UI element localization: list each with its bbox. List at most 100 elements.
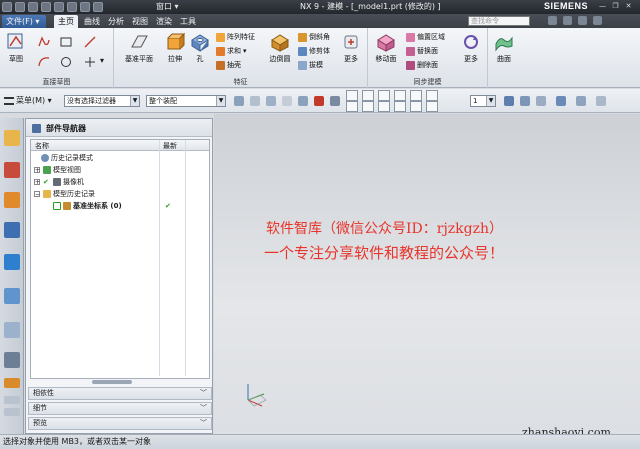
tab-view[interactable]: 视图 <box>128 15 152 28</box>
roles-icon[interactable] <box>4 352 20 368</box>
scroll-down-icon[interactable] <box>4 408 20 416</box>
repeat-command-icon[interactable] <box>80 2 90 12</box>
snap-curve-icon[interactable] <box>378 90 390 101</box>
profile-icon[interactable] <box>38 36 50 48</box>
main-menu-button[interactable]: 菜单(M) ▾ <box>4 95 52 107</box>
rectangle-icon[interactable] <box>60 36 72 48</box>
unite-button[interactable]: 求和 ▾ <box>216 46 247 57</box>
line-icon[interactable] <box>84 36 96 48</box>
more-sketch-icon[interactable]: ▾ <box>100 56 112 68</box>
checkbox-check-icon[interactable]: ✔ <box>43 176 49 188</box>
column-latest[interactable]: 最新 <box>163 141 177 151</box>
restore-icon[interactable]: ❐ <box>611 2 620 11</box>
extrude-button[interactable]: 拉伸 <box>162 32 188 64</box>
tree-row-model-views[interactable]: + 模型视图 <box>31 164 209 176</box>
snap-endpoint-icon[interactable] <box>346 90 358 101</box>
arc-icon[interactable] <box>38 56 50 68</box>
cut-icon[interactable] <box>41 2 51 12</box>
snap-intersection-icon[interactable] <box>362 101 374 112</box>
checkbox-icon[interactable] <box>53 202 61 210</box>
delete-face-button[interactable]: 删除面 <box>406 60 438 71</box>
history-icon[interactable] <box>4 288 20 304</box>
reset-filter-icon[interactable] <box>250 96 260 106</box>
unite-dropdown-icon[interactable]: ▾ <box>243 46 247 57</box>
snap-line-icon[interactable] <box>378 101 390 112</box>
preview-section[interactable]: 预览 ﹀ <box>28 417 212 430</box>
selection-scope-select[interactable]: 整个装配 ▼ <box>146 95 226 107</box>
system-scene-icon[interactable] <box>4 378 20 388</box>
rectangle-select-icon[interactable] <box>298 96 308 106</box>
zoom-icon[interactable] <box>520 96 530 106</box>
filter-settings-icon[interactable] <box>234 96 244 106</box>
paste-icon[interactable] <box>67 2 77 12</box>
tree-row-cameras[interactable]: + ✔ 摄像机 <box>31 176 209 188</box>
trim-body-button[interactable]: 修剪体 <box>298 46 330 57</box>
snap-circle-icon[interactable] <box>410 90 422 101</box>
offset-region-button[interactable]: 偏置区域 <box>406 32 445 43</box>
collapse-icon[interactable]: − <box>34 191 40 198</box>
layout-icon[interactable] <box>578 16 587 25</box>
graphics-window[interactable]: 软件智库（微信公众号ID：rjzkgzh） 一个专注分享软件和教程的公众号！ z… <box>214 114 640 439</box>
circle-icon[interactable] <box>60 56 72 68</box>
draft-button[interactable]: 拔模 <box>298 60 323 71</box>
tree-row-model-history[interactable]: − 模型历史记录 <box>31 188 209 200</box>
navigator-tree[interactable]: 名称 最新 历史记录模式 + 模型视图 + ✔ 摄像机 − 模型历史记录 基准坐… <box>30 139 210 379</box>
snap-existing-icon[interactable] <box>426 101 438 112</box>
details-section[interactable]: 细节 ﹀ <box>28 402 212 415</box>
surface-button[interactable]: 曲面 <box>492 32 516 64</box>
snap-perpendicular-icon[interactable] <box>394 101 406 112</box>
redo-icon[interactable] <box>28 2 38 12</box>
move-face-button[interactable]: 移动面 <box>372 32 400 64</box>
edge-blend-button[interactable]: 边倒圆 <box>266 32 294 64</box>
tab-analysis[interactable]: 分析 <box>104 15 128 28</box>
minimize-icon[interactable]: — <box>598 2 607 11</box>
point-icon[interactable] <box>84 56 96 68</box>
snap-quadrant-icon[interactable] <box>410 101 422 112</box>
rotate-view-icon[interactable] <box>536 96 546 106</box>
tab-render[interactable]: 渲染 <box>152 15 176 28</box>
constraint-navigator-icon[interactable] <box>4 162 20 178</box>
undo-icon[interactable] <box>15 2 25 12</box>
tab-curve[interactable]: 曲线 <box>80 15 104 28</box>
save-icon[interactable] <box>2 2 12 12</box>
minimize-ribbon-icon[interactable] <box>593 16 602 25</box>
more-feature-button[interactable]: 更多 <box>340 32 362 64</box>
snap-midpoint-icon[interactable] <box>362 90 374 101</box>
scrollbar-thumb[interactable] <box>92 380 132 384</box>
expand-icon[interactable]: + <box>34 167 40 174</box>
snap-center-icon[interactable] <box>394 90 406 101</box>
tab-home[interactable]: 主页 <box>54 15 78 28</box>
web-browser-icon[interactable] <box>4 254 20 270</box>
process-studio-icon[interactable] <box>4 322 20 338</box>
select-faces-icon[interactable] <box>330 96 340 106</box>
tree-row-datum-csys[interactable]: 基准坐标系 (0) ✔ <box>31 200 209 212</box>
column-name[interactable]: 名称 <box>35 141 49 151</box>
horizontal-scrollbar[interactable] <box>30 380 210 384</box>
help-icon[interactable] <box>563 16 572 25</box>
scroll-up-icon[interactable] <box>4 396 20 404</box>
show-hide-icon[interactable] <box>596 96 606 106</box>
snap-tangent-icon[interactable] <box>346 101 358 112</box>
assembly-navigator-icon[interactable] <box>4 130 20 146</box>
snap-point-icon[interactable] <box>426 90 438 101</box>
window-menu[interactable]: 窗口 ▾ <box>156 1 179 12</box>
shell-button[interactable]: 抽壳 <box>216 60 241 71</box>
sketch-button[interactable]: 草图 <box>4 32 28 64</box>
replace-face-button[interactable]: 替换面 <box>406 46 438 57</box>
deselect-icon[interactable] <box>282 96 292 106</box>
selection-filter-select[interactable]: 没有选择过滤器 ▼ <box>64 95 140 107</box>
datum-plane-button[interactable]: 基准平面 <box>122 32 156 64</box>
orient-view-icon[interactable] <box>556 96 566 106</box>
search-icon[interactable] <box>548 16 557 25</box>
command-search-input[interactable]: 查找命令 <box>468 16 530 26</box>
chamfer-button[interactable]: 倒斜角 <box>298 32 330 43</box>
expand-icon[interactable]: + <box>34 179 40 186</box>
fit-view-icon[interactable] <box>504 96 514 106</box>
touch-mode-icon[interactable] <box>93 2 103 12</box>
spin-value-select[interactable]: 1 ▼ <box>470 95 496 107</box>
part-navigator-icon[interactable] <box>4 192 20 208</box>
more-sync-button[interactable]: 更多 <box>460 32 482 64</box>
tab-tools[interactable]: 工具 <box>176 15 200 28</box>
copy-icon[interactable] <box>54 2 64 12</box>
lasso-select-icon[interactable] <box>314 96 324 106</box>
